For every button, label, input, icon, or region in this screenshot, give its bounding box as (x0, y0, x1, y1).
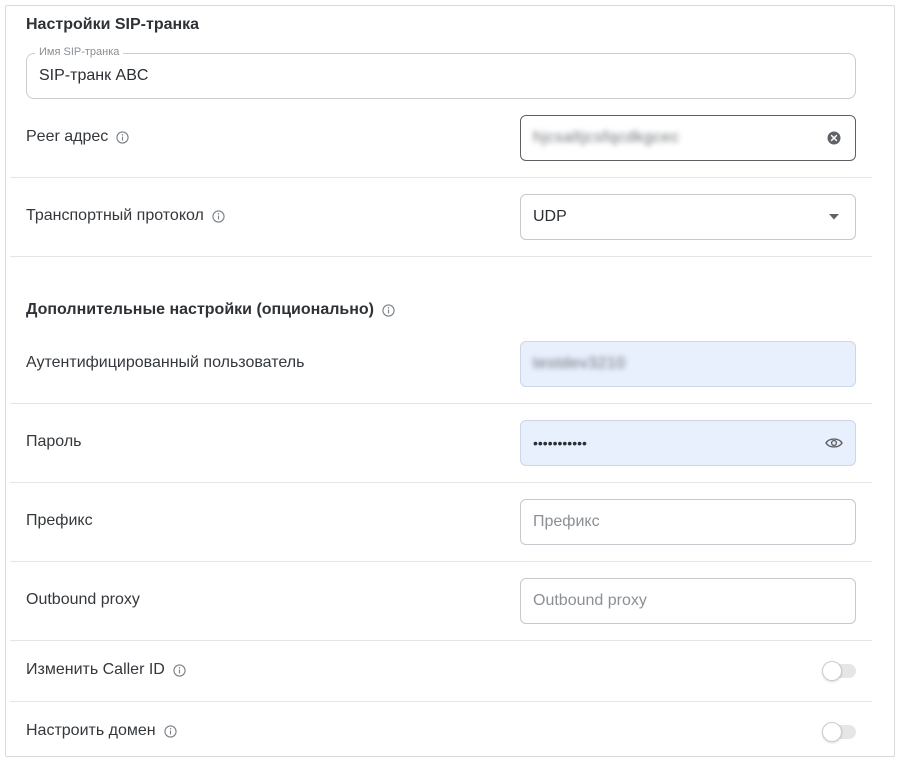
transport-label: Транспортный протокол (26, 207, 204, 224)
toggle-thumb (822, 722, 842, 742)
advanced-title-row: Дополнительные настройки (опционально) (26, 301, 395, 319)
info-icon[interactable] (173, 663, 186, 677)
info-icon[interactable] (116, 130, 129, 144)
caret-down-icon[interactable] (825, 208, 843, 226)
transport-select[interactable]: UDP (520, 194, 856, 240)
sip-trunk-settings-panel: Настройки SIP-транка Имя SIP-транка SIP-… (5, 5, 895, 757)
auth-user-value: testdev3210 (533, 355, 626, 372)
prefix-input[interactable]: Префикс (520, 499, 856, 545)
info-icon[interactable] (163, 724, 177, 738)
password-label: Пароль (26, 433, 82, 450)
info-icon[interactable] (212, 209, 225, 223)
trunk-name-field[interactable]: Имя SIP-транка SIP-транк ABC (26, 46, 856, 99)
divider (10, 403, 872, 404)
change-caller-id-toggle[interactable] (822, 661, 856, 681)
info-icon[interactable] (382, 303, 395, 317)
outbound-proxy-label: Outbound proxy (26, 591, 140, 608)
change-caller-id-label: Изменить Caller ID (26, 661, 165, 678)
prefix-placeholder: Префикс (533, 513, 600, 530)
divider (10, 561, 872, 562)
peer-address-input[interactable]: hjcsaltjcsfqcdkgcec (520, 115, 856, 161)
divider (10, 640, 872, 641)
divider (10, 177, 872, 178)
setup-domain-row: Настроить домен (26, 722, 177, 740)
section-title: Настройки SIP-транка (26, 16, 200, 33)
close-circle-icon[interactable] (825, 129, 843, 147)
transport-row: Транспортный протокол (26, 207, 225, 225)
password-row: Пароль (26, 433, 82, 451)
divider (10, 701, 872, 702)
peer-address-row: Peer адрес (26, 128, 129, 146)
transport-value: UDP (533, 208, 567, 225)
divider (10, 482, 872, 483)
outbound-proxy-input[interactable]: Outbound proxy (520, 578, 856, 624)
password-value: ••••••••••• (533, 435, 587, 451)
change-caller-id-row: Изменить Caller ID (26, 661, 186, 679)
auth-user-label: Аутентифицированный пользователь (26, 354, 305, 371)
divider (10, 256, 872, 257)
trunk-name-value: SIP-транк ABC (39, 67, 149, 84)
peer-address-value: hjcsaltjcsfqcdkgcec (533, 129, 680, 146)
advanced-title: Дополнительные настройки (опционально) (26, 301, 374, 318)
password-input[interactable]: ••••••••••• (520, 420, 856, 466)
peer-address-label: Peer адрес (26, 128, 109, 145)
eye-icon[interactable] (825, 434, 843, 452)
trunk-name-legend: Имя SIP-транка (35, 46, 124, 58)
setup-domain-toggle[interactable] (822, 722, 856, 742)
outbound-proxy-placeholder: Outbound proxy (533, 592, 647, 609)
setup-domain-label: Настроить домен (26, 722, 156, 739)
prefix-label: Префикс (26, 512, 93, 529)
toggle-thumb (822, 661, 842, 681)
outbound-proxy-row: Outbound proxy (26, 591, 140, 609)
auth-user-input[interactable]: testdev3210 (520, 341, 856, 387)
auth-user-row: Аутентифицированный пользователь (26, 354, 304, 372)
prefix-row: Префикс (26, 512, 93, 530)
